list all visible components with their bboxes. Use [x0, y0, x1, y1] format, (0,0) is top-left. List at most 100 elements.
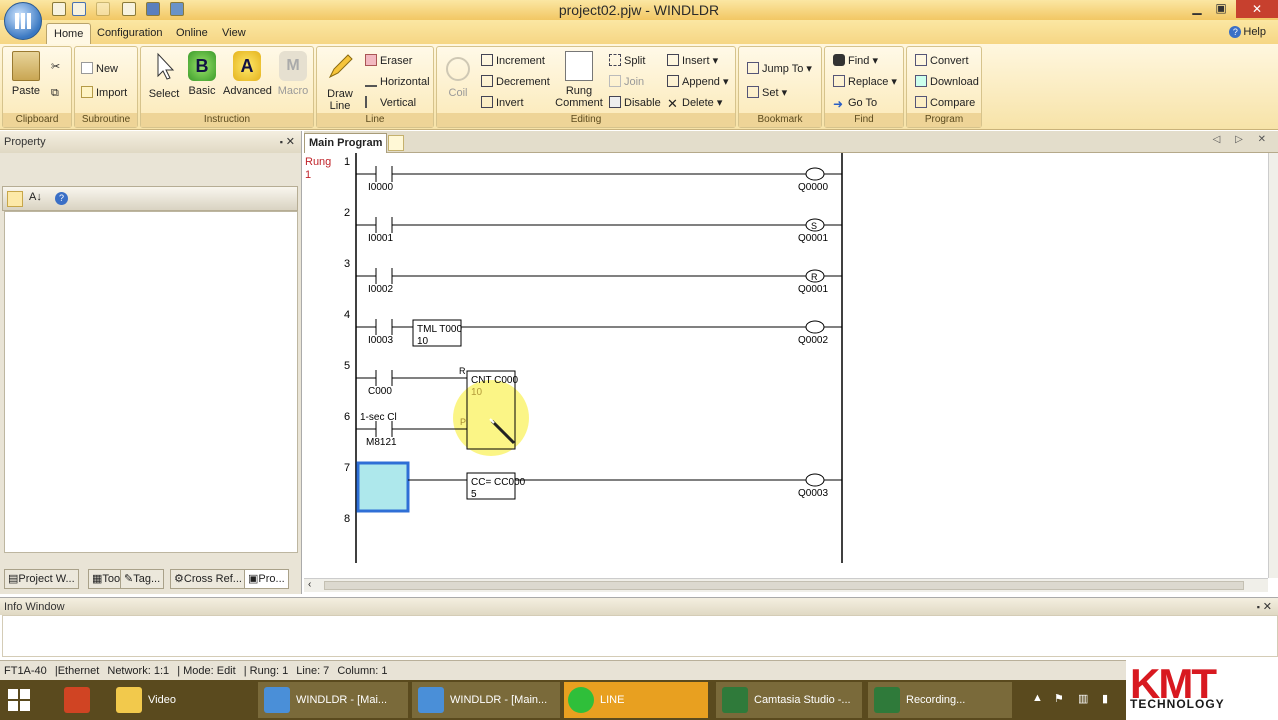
tab-online[interactable]: Online [169, 23, 215, 44]
set-label: Set [762, 87, 779, 99]
windows-start-icon[interactable] [8, 689, 30, 711]
taskbar-powerpoint[interactable] [58, 682, 104, 718]
coil-button[interactable]: Coil [441, 51, 475, 99]
select-button[interactable]: Select [147, 51, 181, 100]
invert-icon [481, 96, 493, 108]
cut-icon[interactable]: ✂ [51, 59, 60, 75]
property-help-icon[interactable]: ? [55, 192, 68, 205]
coil-label: Q0000 [798, 182, 828, 193]
find-button[interactable]: Find ▾ [833, 53, 878, 69]
taskbar-video-folder[interactable]: Video [110, 682, 250, 718]
insert-button[interactable]: Insert ▾ [667, 53, 718, 69]
rung-3[interactable]: R I0002 Q0001 [356, 268, 842, 295]
tray-battery-icon[interactable]: ▮ [1102, 692, 1108, 705]
toolbox-icon: ▦ [92, 573, 103, 585]
download-button[interactable]: Download [915, 74, 979, 90]
basic-button[interactable]: B Basic [187, 51, 217, 97]
tray-up-arrow-icon[interactable]: ▲ [1032, 692, 1043, 704]
draw-line-button[interactable]: Draw Line [323, 51, 357, 112]
copy-icon[interactable]: ⧉ [51, 85, 59, 101]
rung-comment-button[interactable]: Rung Comment [555, 51, 603, 109]
tab-scroll-controls[interactable]: ◁ ▷ ✕ [1213, 134, 1272, 145]
tab-property[interactable]: ▣Pro... [244, 569, 289, 589]
compare-button[interactable]: Compare [915, 95, 975, 111]
tab-home[interactable]: Home [46, 23, 92, 44]
help-button[interactable]: ? Help [1229, 26, 1266, 38]
disable-button[interactable]: Disable [609, 95, 661, 111]
import-button[interactable]: Import [81, 85, 127, 101]
go-to-button[interactable]: ➜ Go To [833, 95, 877, 111]
property-panel-header: Property ▪ ✕ [0, 131, 301, 153]
tab-project-window[interactable]: ▤Project W... [4, 569, 79, 589]
convert-button[interactable]: Convert [915, 53, 969, 69]
horizontal-scrollbar[interactable]: ‹ [304, 578, 1268, 592]
rung-2[interactable]: S I0001 Q0001 [356, 217, 842, 244]
increment-button[interactable]: Increment [481, 53, 545, 69]
line-group-label: Line [317, 113, 433, 127]
new-subroutine-button[interactable]: New [81, 61, 118, 77]
powerpoint-icon [64, 687, 90, 714]
jump-to-button[interactable]: Jump To ▾ [747, 61, 812, 77]
tab-label: Project W... [18, 573, 75, 585]
restore-button[interactable]: ▣ [1208, 1, 1234, 17]
rung-number: 1 [344, 156, 350, 168]
tab-tags[interactable]: ✎Tag... [120, 569, 165, 589]
tray-network-icon[interactable]: ▥ [1078, 692, 1088, 705]
new-tab-icon[interactable] [388, 135, 404, 151]
scroll-left-icon[interactable]: ‹ [308, 579, 311, 590]
vertical-scrollbar[interactable] [1268, 153, 1278, 578]
replace-button[interactable]: Replace ▾ [833, 74, 897, 90]
macro-button[interactable]: M Macro [277, 51, 309, 97]
decrement-button[interactable]: Decrement [481, 74, 550, 90]
minimize-button[interactable]: ▁ [1184, 1, 1210, 17]
info-window-header: Info Window ▪ ✕ [0, 597, 1278, 615]
advanced-button[interactable]: A Advanced [223, 51, 272, 97]
panel-close-icon[interactable]: ✕ [286, 131, 295, 153]
vertical-line-button[interactable]: Vertical [365, 95, 416, 111]
horizontal-label: Horizontal [380, 76, 430, 88]
close-button[interactable]: ✕ [1236, 0, 1278, 18]
selection-cursor[interactable] [356, 461, 410, 513]
taskbar-label: Video [148, 694, 176, 706]
categorized-icon[interactable] [7, 191, 23, 207]
project-window-icon: ▤ [8, 573, 19, 585]
app-menu-button[interactable] [4, 2, 42, 40]
rung-7[interactable]: CC= CC000 5 Q0003 [356, 461, 842, 513]
taskbar-camtasia[interactable]: Camtasia Studio -... [716, 682, 862, 718]
info-close-icon[interactable]: ✕ [1263, 598, 1272, 616]
horizontal-line-button[interactable]: Horizontal [365, 74, 430, 90]
sort-alpha-icon[interactable]: A↓ [29, 191, 42, 203]
taskbar-recording[interactable]: Recording... [868, 682, 1012, 718]
join-button[interactable]: Join [609, 74, 644, 90]
taskbar-windldr-1[interactable]: WINDLDR - [Mai... [258, 682, 408, 718]
property-grid[interactable] [4, 211, 298, 553]
rung-4[interactable]: TML T000 10 I0003 Q0002 [356, 319, 842, 347]
pencil-icon [328, 54, 353, 79]
invert-button[interactable]: Invert [481, 95, 524, 111]
tab-configuration[interactable]: Configuration [90, 23, 169, 44]
camtasia-icon [722, 687, 748, 714]
rung-1[interactable]: I0000 Q0000 [356, 166, 842, 193]
append-button[interactable]: Append ▾ [667, 74, 729, 90]
macro-icon: M [279, 51, 307, 81]
set-bookmark-button[interactable]: Set ▾ [747, 85, 787, 101]
tab-main-program[interactable]: Main Program [304, 133, 388, 153]
contact-label: C000 [368, 386, 392, 397]
eraser-button[interactable]: Eraser [365, 53, 412, 69]
taskbar-windldr-2[interactable]: WINDLDR - [Main... [412, 682, 560, 718]
delete-button[interactable]: ✕ Delete ▾ [667, 95, 722, 111]
pin-icon[interactable]: ▪ [280, 131, 283, 153]
tab-view[interactable]: View [215, 23, 253, 44]
tab-cross-reference[interactable]: ⚙Cross Ref... [170, 569, 246, 589]
split-button[interactable]: Split [609, 53, 645, 69]
property-toolbar: A↓ ? [2, 186, 298, 211]
scrollbar-thumb[interactable] [324, 581, 1244, 590]
tray-flag-icon[interactable]: ⚑ [1054, 692, 1064, 705]
info-pin-icon[interactable]: ▪ [1257, 598, 1260, 616]
split-label: Split [624, 55, 646, 67]
bookmark-group-label: Bookmark [739, 113, 821, 127]
taskbar-label: LINE [600, 694, 625, 706]
paste-button[interactable]: Paste [9, 51, 43, 97]
taskbar-line[interactable]: LINE [564, 682, 708, 718]
ladder-editor[interactable]: Rung 1 1 2 3 4 5 6 7 8 I0000 Q0000 S I00… [304, 153, 1268, 578]
